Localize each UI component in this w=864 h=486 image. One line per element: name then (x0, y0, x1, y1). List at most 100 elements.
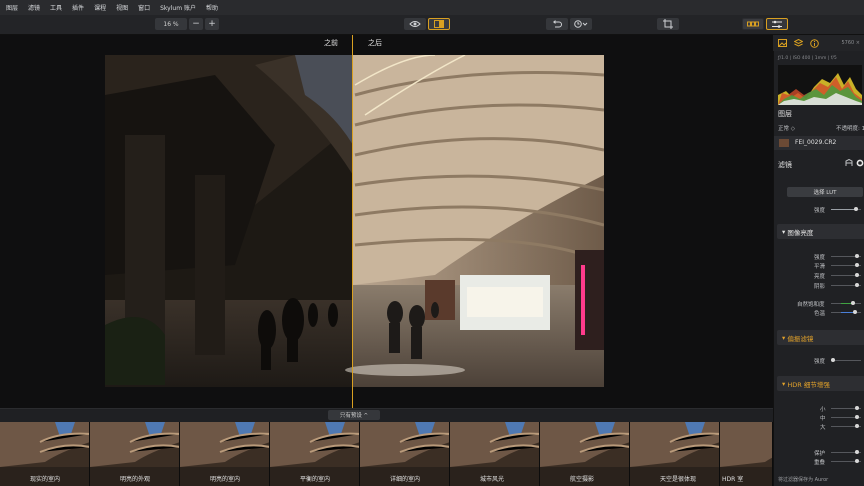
gear-icon[interactable] (856, 159, 864, 169)
preset-thumbnail[interactable]: 明亮的室内 (180, 422, 270, 486)
compare-divider-handle[interactable] (352, 35, 353, 408)
eye-icon (409, 20, 421, 28)
group-title: 偏振滤镜 (787, 334, 814, 343)
crop-icon (663, 19, 673, 29)
slider-label: 大 (820, 425, 826, 431)
slider-label: 阴影 (814, 284, 826, 290)
layer-item[interactable]: FEI_0029.CR2 (774, 136, 864, 150)
choose-lut-button[interactable]: 选择 LUT (787, 187, 863, 197)
slider-label: 中 (820, 416, 826, 422)
slider-label: 色温 (814, 311, 826, 317)
edit-panel-button[interactable] (766, 18, 788, 30)
slider-label: 亮度 (814, 274, 826, 280)
mask-icon[interactable] (845, 158, 853, 169)
group-title: HDR 细节增强 (787, 380, 830, 389)
hdr-small-slider[interactable] (831, 406, 861, 410)
split-view-icon (434, 20, 444, 28)
hdr-medium-slider[interactable] (831, 415, 861, 419)
menu-filters[interactable]: 滤镜 (28, 3, 40, 12)
slider-label: 平滑 (814, 264, 826, 270)
lut-strength-slider[interactable] (831, 207, 861, 211)
slider-label: 重叠 (814, 460, 826, 466)
shadows-slider[interactable] (831, 283, 861, 287)
compare-button[interactable] (428, 18, 450, 30)
preset-thumbnail[interactable]: 天空是很体现 (630, 422, 720, 486)
layers-title: 图层 (778, 110, 792, 118)
undo-button[interactable] (546, 18, 568, 30)
save-filters-link[interactable]: 将过滤器保存为 Auror (778, 476, 828, 483)
toolbar: 16 % − + (0, 15, 864, 35)
slider-label: 小 (820, 407, 826, 413)
layers-icon[interactable] (793, 38, 803, 48)
menu-tools[interactable]: 工具 (50, 3, 62, 12)
clock-icon (574, 20, 588, 28)
preset-label: 现实的室内 (30, 476, 61, 483)
preset-thumbnail[interactable]: 详细的室内 (360, 422, 450, 486)
menu-help[interactable]: 帮助 (206, 3, 218, 12)
info-icon[interactable] (809, 38, 819, 48)
preset-label: 详细的室内 (390, 476, 421, 483)
before-label: 之前 (324, 39, 338, 47)
preset-label: 航空摄影 (570, 476, 595, 483)
slider-label: 自然饱和度 (797, 302, 825, 308)
image-resolution: 5760 × (841, 40, 860, 46)
zoom-out-button[interactable]: − (189, 18, 203, 30)
preset-thumbnail[interactable]: HDR 室 (720, 422, 773, 486)
hdr-detail-header[interactable]: ▾ HDR 细节增强 (777, 376, 864, 391)
panel-tabs: 5760 × (773, 35, 864, 51)
preset-thumbnail[interactable]: 城市风光 (450, 422, 540, 486)
preset-label: 天空是很体现 (660, 476, 697, 483)
presets-panel-button[interactable] (742, 18, 764, 30)
slider-label: 强度 (814, 359, 826, 365)
undo-icon (552, 20, 562, 28)
polarizer-header[interactable]: ▾ 偏振滤镜 (777, 330, 864, 345)
zoom-in-button[interactable]: + (205, 18, 219, 30)
preset-label: 平衡的室内 (300, 476, 331, 483)
blend-mode-select[interactable]: 正常 ◇ (778, 124, 795, 132)
hdr-overlap-slider[interactable] (831, 459, 861, 463)
hdr-large-slider[interactable] (831, 424, 861, 428)
layer-name: FEI_0029.CR2 (795, 139, 837, 146)
lut-strength-label: 强度 (814, 208, 826, 214)
presets-strip: 现实的室内 明亮的外观 明亮的室内 平衡的室内 详细的室内 城市风光 航空摄影 … (0, 422, 773, 486)
vibrance-slider[interactable] (831, 301, 861, 305)
slider-label: 保护 (814, 451, 826, 457)
image-icon[interactable] (777, 38, 787, 48)
color-temp-slider[interactable] (831, 310, 861, 314)
preset-label: 明亮的外观 (120, 476, 151, 483)
slider-label: 强度 (814, 255, 826, 261)
preset-label: 明亮的室内 (210, 476, 241, 483)
menu-view[interactable]: 视图 (116, 3, 128, 12)
image-brightness-header[interactable]: ▾ 图像亮度 (777, 224, 864, 239)
sliders-icon (771, 20, 783, 29)
history-button[interactable] (570, 18, 592, 30)
hdr-protect-slider[interactable] (831, 450, 861, 454)
exif-info: ƒ/1.0 | ISO 400 | 1mm | f/5 (778, 56, 837, 61)
photo-mall-interior (105, 55, 604, 387)
opacity-label[interactable]: 不透明度: 1 (836, 124, 864, 132)
group-title: 图像亮度 (787, 228, 814, 237)
preset-thumbnail[interactable]: 航空摄影 (540, 422, 630, 486)
preset-thumbnail[interactable]: 平衡的室内 (270, 422, 360, 486)
brightness-strength-slider[interactable] (831, 254, 861, 258)
menu-layers[interactable]: 图层 (6, 3, 18, 12)
crop-button[interactable] (657, 18, 679, 30)
menu-plugins[interactable]: 插件 (72, 3, 84, 12)
polarizer-strength-slider[interactable] (831, 358, 861, 362)
menu-window[interactable]: 窗口 (138, 3, 150, 12)
after-label: 之后 (368, 39, 382, 47)
zoom-select[interactable]: 16 % (155, 18, 187, 30)
menu-account[interactable]: Skylum 账户 (160, 3, 196, 12)
lightness-slider[interactable] (831, 273, 861, 277)
smooth-slider[interactable] (831, 263, 861, 267)
menu-courses[interactable]: 课程 (94, 3, 106, 12)
presets-only-toggle[interactable]: 只有预设 ^ (328, 410, 380, 420)
filters-title: 滤镜 (778, 161, 792, 169)
preset-label: 城市风光 (480, 476, 505, 483)
histogram (778, 65, 862, 105)
preset-thumbnail[interactable]: 明亮的外观 (90, 422, 180, 486)
preset-thumbnail[interactable]: 现实的室内 (0, 422, 90, 486)
eye-toggle-button[interactable] (404, 18, 426, 30)
preview-bar: 只有预设 ^ (0, 408, 773, 422)
preset-label: HDR 室 (722, 476, 744, 483)
